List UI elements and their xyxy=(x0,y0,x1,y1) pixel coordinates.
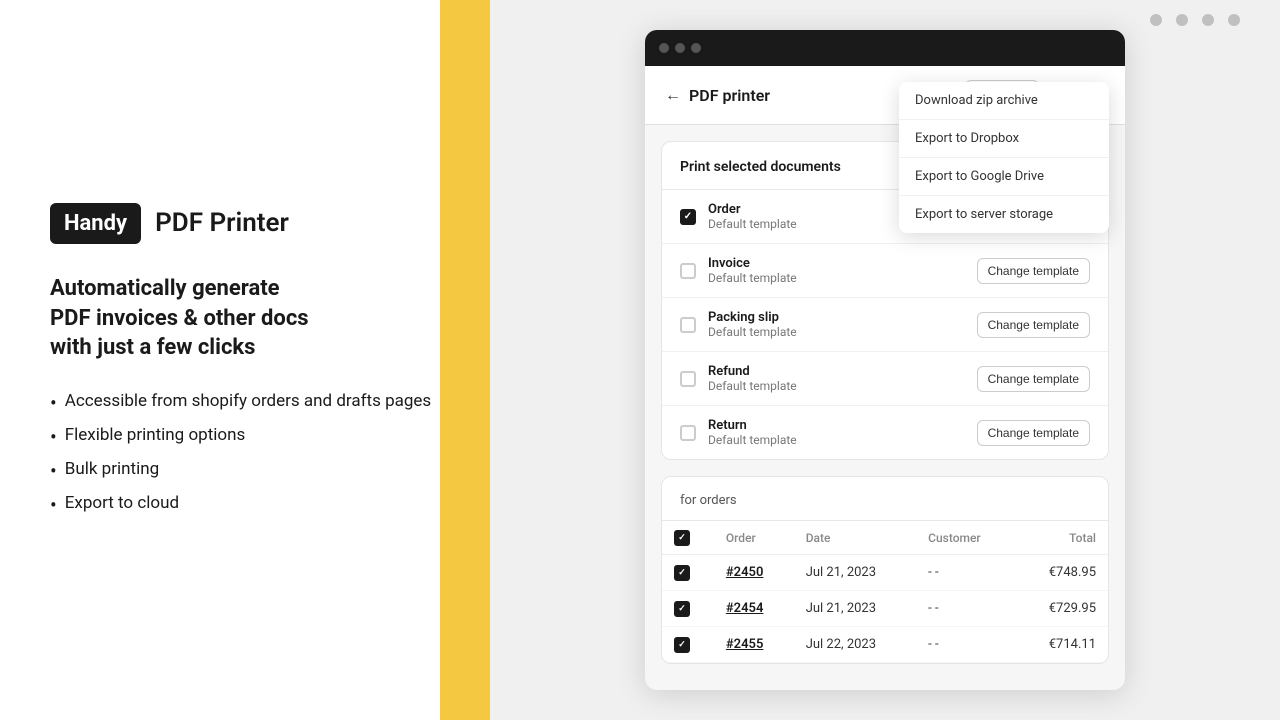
order-date-2450: Jul 21, 2023 xyxy=(794,555,916,591)
col-header-total: Total xyxy=(1015,521,1108,555)
feature-1: Accessible from shopify orders and draft… xyxy=(50,391,440,415)
row-checkbox-2455[interactable] xyxy=(674,637,690,653)
back-arrow-icon[interactable]: ← xyxy=(665,85,681,105)
document-row-return: Return Default template Change template xyxy=(662,406,1108,459)
feature-list: Accessible from shopify orders and draft… xyxy=(50,391,440,517)
document-row-packing-slip: Packing slip Default template Change tem… xyxy=(662,298,1108,352)
feature-4: Export to cloud xyxy=(50,493,440,517)
right-panel: ← PDF printer Export ▾ Print Print selec… xyxy=(490,0,1280,720)
export-dropdown: Download zip archive Export to Dropbox E… xyxy=(899,82,1109,233)
left-panel: Handy PDF Printer Automatically generate… xyxy=(0,0,490,720)
logo-box: Handy xyxy=(50,203,141,244)
checkbox-order[interactable] xyxy=(680,209,696,225)
select-all-checkbox[interactable] xyxy=(674,530,690,546)
checkbox-invoice[interactable] xyxy=(680,263,696,279)
change-template-refund[interactable]: Change template xyxy=(977,366,1090,392)
table-row: #2450 Jul 21, 2023 - - €748.95 xyxy=(662,555,1108,591)
row-checkbox-cell xyxy=(662,591,714,627)
order-date-2455: Jul 22, 2023 xyxy=(794,627,916,663)
row-checkbox-2454[interactable] xyxy=(674,601,690,617)
doc-template-return: Default template xyxy=(708,433,965,447)
dots-decoration xyxy=(1150,14,1240,26)
table-row: #2454 Jul 21, 2023 - - €729.95 xyxy=(662,591,1108,627)
doc-info-refund: Refund Default template xyxy=(708,364,965,393)
tagline: Automatically generate PDF invoices & ot… xyxy=(50,274,440,363)
checkbox-refund[interactable] xyxy=(680,371,696,387)
order-customer-2454: - - xyxy=(916,591,1015,627)
doc-template-packing-slip: Default template xyxy=(708,325,965,339)
col-header-checkbox xyxy=(662,521,714,555)
row-checkbox-cell xyxy=(662,555,714,591)
print-section-title: Print selected documents xyxy=(680,159,841,175)
doc-info-packing-slip: Packing slip Default template xyxy=(708,310,965,339)
dropdown-item-google-drive[interactable]: Export to Google Drive xyxy=(899,158,1109,196)
table-header-row: Order Date Customer Total xyxy=(662,521,1108,555)
app-window: ← PDF printer Export ▾ Print Print selec… xyxy=(645,30,1125,690)
doc-name-invoice: Invoice xyxy=(708,256,965,271)
order-number-2455[interactable]: #2455 xyxy=(714,627,794,663)
traffic-dot-2 xyxy=(675,43,685,53)
orders-table: Order Date Customer Total #2450 Jul xyxy=(662,521,1108,663)
dot-3 xyxy=(1202,14,1214,26)
checkbox-return[interactable] xyxy=(680,425,696,441)
logo-area: Handy PDF Printer xyxy=(50,203,440,244)
col-header-date: Date xyxy=(794,521,916,555)
tagline-line3: with just a few clicks xyxy=(50,335,255,360)
order-total-2455: €714.11 xyxy=(1015,627,1108,663)
dropdown-item-zip[interactable]: Download zip archive xyxy=(899,82,1109,120)
doc-name-packing-slip: Packing slip xyxy=(708,310,965,325)
change-template-return[interactable]: Change template xyxy=(977,420,1090,446)
doc-name-refund: Refund xyxy=(708,364,965,379)
doc-info-return: Return Default template xyxy=(708,418,965,447)
col-header-customer: Customer xyxy=(916,521,1015,555)
row-checkbox-2450[interactable] xyxy=(674,565,690,581)
document-row-invoice: Invoice Default template Change template xyxy=(662,244,1108,298)
table-row: #2455 Jul 22, 2023 - - €714.11 xyxy=(662,627,1108,663)
order-total-2454: €729.95 xyxy=(1015,591,1108,627)
order-customer-2455: - - xyxy=(916,627,1015,663)
doc-template-refund: Default template xyxy=(708,379,965,393)
page-title: PDF printer xyxy=(689,86,770,105)
change-template-packing-slip[interactable]: Change template xyxy=(977,312,1090,338)
traffic-dot-3 xyxy=(691,43,701,53)
dropdown-item-dropbox[interactable]: Export to Dropbox xyxy=(899,120,1109,158)
dot-2 xyxy=(1176,14,1188,26)
dropdown-item-server[interactable]: Export to server storage xyxy=(899,196,1109,233)
order-number-2450[interactable]: #2450 xyxy=(714,555,794,591)
logo-text: PDF Printer xyxy=(155,208,289,238)
tagline-line2: PDF invoices & other docs xyxy=(50,306,309,331)
document-row-refund: Refund Default template Change template xyxy=(662,352,1108,406)
orders-card: for orders Order Date Customer Total xyxy=(661,476,1109,664)
change-template-invoice[interactable]: Change template xyxy=(977,258,1090,284)
orders-section-label: for orders xyxy=(680,493,737,508)
dot-4 xyxy=(1228,14,1240,26)
order-customer-2450: - - xyxy=(916,555,1015,591)
traffic-dot-1 xyxy=(659,43,669,53)
col-header-order: Order xyxy=(714,521,794,555)
doc-template-invoice: Default template xyxy=(708,271,965,285)
order-number-2454[interactable]: #2454 xyxy=(714,591,794,627)
doc-name-return: Return xyxy=(708,418,965,433)
dot-1 xyxy=(1150,14,1162,26)
orders-card-header: for orders xyxy=(662,477,1108,521)
row-checkbox-cell xyxy=(662,627,714,663)
doc-info-invoice: Invoice Default template xyxy=(708,256,965,285)
tagline-line1: Automatically generate xyxy=(50,276,280,301)
feature-3: Bulk printing xyxy=(50,459,440,483)
checkbox-packing-slip[interactable] xyxy=(680,317,696,333)
window-titlebar xyxy=(645,30,1125,66)
order-date-2454: Jul 21, 2023 xyxy=(794,591,916,627)
back-btn-area[interactable]: ← PDF printer xyxy=(665,85,770,105)
order-total-2450: €748.95 xyxy=(1015,555,1108,591)
feature-2: Flexible printing options xyxy=(50,425,440,449)
